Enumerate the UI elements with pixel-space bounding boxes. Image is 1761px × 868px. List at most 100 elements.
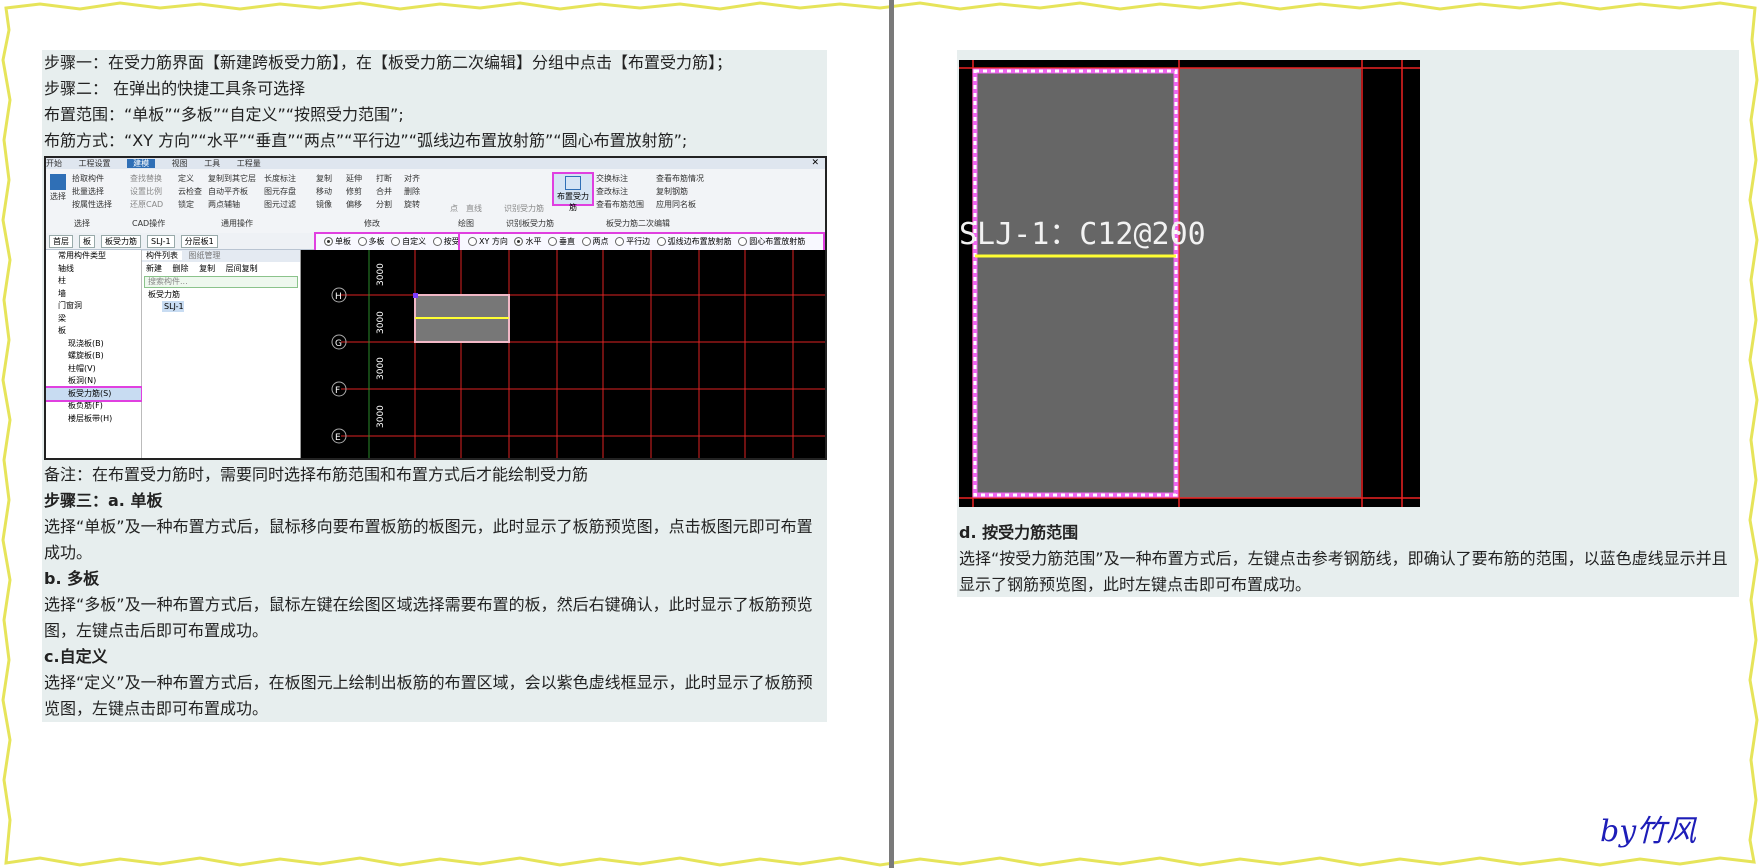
tree-item[interactable]: 墙 bbox=[46, 288, 141, 301]
method-text: 布筋方式：“XY 方向”“水平”“垂直”“两点”“平行边”“弧线边布置放射筋”“… bbox=[44, 131, 688, 150]
tree-item[interactable]: 板负筋(F) bbox=[46, 400, 141, 413]
layer-select[interactable]: 分层板1 bbox=[180, 235, 218, 248]
copy-between-floors-button[interactable]: 层间复制 bbox=[226, 264, 258, 273]
swap-label-button[interactable]: 交换标注 bbox=[596, 172, 644, 185]
component-tree: 常用构件类型 轴线 柱 墙 门窗洞 梁 板 现浇板(B) 螺旋板(B) 柱帽(V… bbox=[46, 250, 143, 458]
tree-item[interactable]: 梁 bbox=[46, 313, 141, 326]
break-button[interactable]: 打断 bbox=[376, 172, 392, 185]
step2-text: 步骤二： 在弹出的快捷工具条可选择 bbox=[44, 79, 306, 98]
view-range-button[interactable]: 查看布筋范围 bbox=[596, 198, 644, 211]
define-button[interactable]: 定义 bbox=[178, 172, 202, 185]
identify-rebar-button[interactable]: 识别受力筋 bbox=[504, 202, 544, 215]
component-select[interactable]: SLJ-1 bbox=[147, 235, 175, 248]
component-list: 构件列表 图纸管理 新建 删除 复制 层间复制 搜索构件... 板受力筋 SLJ… bbox=[142, 250, 301, 458]
filter-element-button[interactable]: 图元过滤 bbox=[264, 198, 296, 211]
grip-point[interactable] bbox=[413, 293, 418, 298]
radio-custom[interactable] bbox=[391, 237, 401, 246]
search-input[interactable]: 搜索构件... bbox=[144, 276, 298, 288]
radio-arc-radial[interactable] bbox=[656, 237, 666, 246]
tree-item[interactable]: 常用构件类型 bbox=[46, 250, 141, 263]
radio-by-range[interactable] bbox=[432, 237, 442, 246]
tab-component-list[interactable]: 构件列表 bbox=[142, 251, 182, 260]
tab-drawing-manage[interactable]: 图纸管理 bbox=[185, 251, 225, 260]
menu-item[interactable]: 工程量 bbox=[237, 159, 261, 168]
restore-cad-button[interactable]: 还原CAD bbox=[130, 198, 163, 211]
attr-select-button[interactable]: 按属性选择 bbox=[72, 198, 112, 211]
batch-select-button[interactable]: 批量选择 bbox=[72, 185, 112, 198]
line-tool-button[interactable]: 直线 bbox=[466, 202, 482, 215]
floor-select[interactable]: 首层 bbox=[49, 235, 73, 248]
menu-item[interactable]: 工程设置 bbox=[79, 159, 111, 168]
mirror-button[interactable]: 镜像 bbox=[316, 198, 332, 211]
tree-item[interactable]: 板洞(N) bbox=[46, 375, 141, 388]
copy-to-floor-button[interactable]: 复制到其它层 bbox=[208, 172, 256, 185]
tree-item[interactable]: 门窗洞 bbox=[46, 300, 141, 313]
check-label-button[interactable]: 查改标注 bbox=[596, 185, 644, 198]
save-element-button[interactable]: 图元存盘 bbox=[264, 185, 296, 198]
radio-parallel[interactable] bbox=[615, 237, 625, 246]
split-button[interactable]: 分割 bbox=[376, 198, 392, 211]
close-icon[interactable]: ✕ bbox=[811, 158, 819, 168]
custom-desc: 选择“定义”及一种布置方式后，在板图元上绘制出板筋的布置区域，会以紫色虚线框显示… bbox=[44, 673, 813, 718]
tree-item[interactable]: 柱帽(V) bbox=[46, 363, 141, 376]
find-replace-button[interactable]: 查找替换 bbox=[130, 172, 163, 185]
menu-item-active[interactable]: 建模 bbox=[127, 159, 156, 168]
menu-item[interactable]: 工具 bbox=[204, 159, 220, 168]
rebar-label: SLJ-1：C12@200 bbox=[959, 217, 1206, 252]
view-rebar-button[interactable]: 查看布筋情况 bbox=[656, 172, 704, 185]
tree-item[interactable]: 板 bbox=[46, 325, 141, 338]
menu-item[interactable]: 开始 bbox=[46, 159, 62, 168]
cloud-check-button[interactable]: 云检查 bbox=[178, 185, 202, 198]
trim-button[interactable]: 修剪 bbox=[346, 185, 362, 198]
two-point-axis-button[interactable]: 两点辅轴 bbox=[208, 198, 256, 211]
apply-same-button[interactable]: 应用同名板 bbox=[656, 198, 704, 211]
radio-center-radial[interactable] bbox=[738, 237, 748, 246]
set-scale-button[interactable]: 设置比例 bbox=[130, 185, 163, 198]
modify-group-col2: 延伸 修剪 偏移 bbox=[346, 172, 362, 211]
pick-component-button[interactable]: 拾取构件 bbox=[72, 172, 112, 185]
general-group-col2: 复制到其它层 自动平齐板 两点辅轴 bbox=[208, 172, 256, 211]
tree-item[interactable]: 轴线 bbox=[46, 263, 141, 276]
place-rebar-button[interactable]: 布置受力筋 bbox=[552, 172, 594, 212]
copy-rebar-button[interactable]: 复制钢筋 bbox=[656, 185, 704, 198]
radio-horizontal[interactable] bbox=[514, 237, 524, 246]
merge-button[interactable]: 合并 bbox=[376, 185, 392, 198]
list-item[interactable]: SLJ-1 bbox=[162, 301, 184, 312]
subtype-select[interactable]: 板受力筋 bbox=[101, 235, 141, 248]
tree-item-selected[interactable]: 板受力筋(S) bbox=[46, 385, 143, 402]
tree-item[interactable]: 柱 bbox=[46, 275, 141, 288]
rebar-range-drawing: SLJ-1：C12@200 bbox=[959, 60, 1420, 507]
auto-align-button[interactable]: 自动平齐板 bbox=[208, 185, 256, 198]
multi-slab-desc: 选择“多板”及一种布置方式后，鼠标左键在绘图区域选择需要布置的板，然后右键确认，… bbox=[44, 595, 813, 640]
align-button[interactable]: 对齐 bbox=[404, 172, 420, 185]
tree-item[interactable]: 楼层板带(H) bbox=[46, 413, 141, 426]
length-dim-button[interactable]: 长度标注 bbox=[264, 172, 296, 185]
radio-two-point[interactable] bbox=[581, 237, 591, 246]
rotate-button[interactable]: 旋转 bbox=[404, 198, 420, 211]
delete-component-button[interactable]: 删除 bbox=[173, 264, 189, 273]
extend-button[interactable]: 延伸 bbox=[346, 172, 362, 185]
tree-item[interactable]: 现浇板(B) bbox=[46, 338, 141, 351]
select-button[interactable]: 选择 bbox=[50, 174, 66, 203]
radio-multi[interactable] bbox=[357, 237, 367, 246]
new-button[interactable]: 新建 bbox=[146, 264, 162, 273]
offset-button[interactable]: 偏移 bbox=[346, 198, 362, 211]
copy-component-button[interactable]: 复制 bbox=[199, 264, 215, 273]
axis-label: E bbox=[335, 433, 341, 443]
lock-button[interactable]: 锁定 bbox=[178, 198, 202, 211]
list-group[interactable]: 板受力筋 bbox=[142, 289, 300, 301]
point-tool-button[interactable]: 点 bbox=[450, 202, 458, 215]
copy-button[interactable]: 复制 bbox=[316, 172, 332, 185]
modify-group-label: 修改 bbox=[364, 219, 380, 228]
delete-button[interactable]: 删除 bbox=[404, 185, 420, 198]
radio-vertical[interactable] bbox=[548, 237, 558, 246]
move-button[interactable]: 移动 bbox=[316, 185, 332, 198]
rebar-range-canvas[interactable]: SLJ-1：C12@200 bbox=[959, 60, 1420, 507]
drawing-canvas[interactable]: H G F E 3000 3000 3000 3000 bbox=[301, 250, 825, 458]
type-select[interactable]: 板 bbox=[79, 235, 95, 248]
radio-xy[interactable] bbox=[468, 237, 477, 246]
menu-item[interactable]: 视图 bbox=[172, 159, 188, 168]
tree-item[interactable]: 螺旋板(B) bbox=[46, 350, 141, 363]
radio-single[interactable] bbox=[324, 237, 333, 246]
select-group-label: 选择 bbox=[74, 219, 90, 228]
